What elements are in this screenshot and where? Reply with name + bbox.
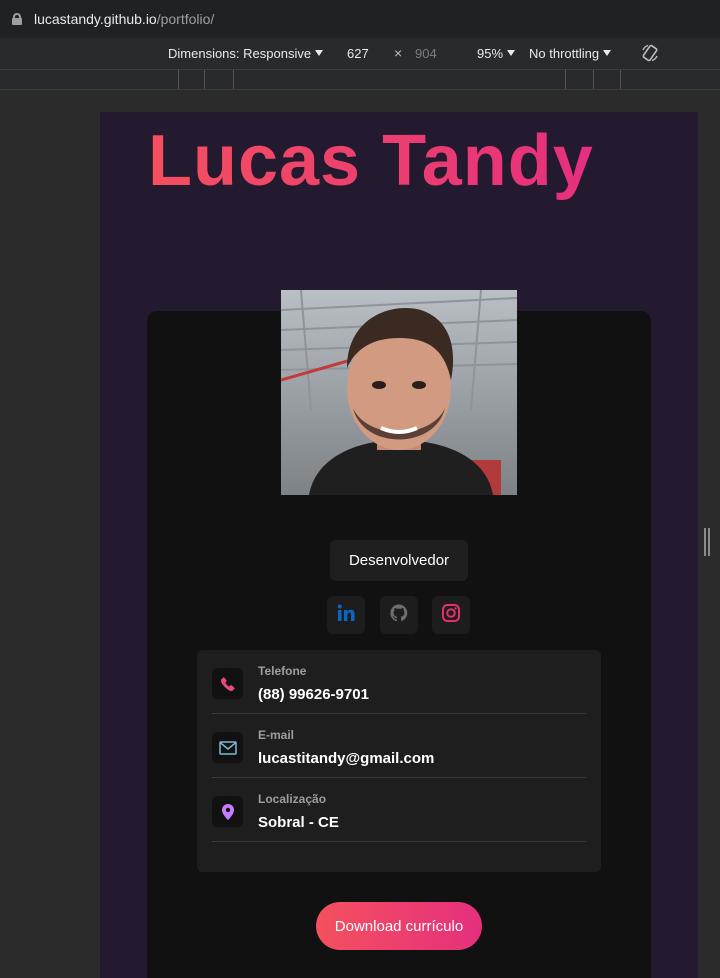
contacts-list: Telefone (88) 99626-9701 E-mail lucastit…	[197, 650, 601, 872]
width-input[interactable]: 627	[347, 46, 369, 61]
contact-value[interactable]: lucastitandy@gmail.com	[258, 750, 434, 767]
contact-label: Localização	[258, 792, 327, 806]
page-title: Lucas Tandy	[148, 121, 594, 201]
dimension-separator: ×	[394, 45, 403, 61]
linkedin-icon	[336, 603, 356, 628]
page-viewport: Lucas Tandy Desenvolvedor Telefone (88) …	[100, 112, 698, 978]
address-bar[interactable]: lucastandy.github.io/portfolio/	[0, 0, 720, 38]
contact-label: Telefone	[258, 664, 307, 678]
contact-label: E-mail	[258, 728, 295, 742]
zoom-dropdown[interactable]: 95%	[477, 46, 516, 61]
contact-value[interactable]: (88) 99626-9701	[258, 686, 369, 703]
profile-photo	[281, 290, 517, 495]
mail-icon	[212, 732, 243, 763]
role-badge: Desenvolvedor	[330, 540, 468, 581]
dimensions-dropdown[interactable]: Dimensions: Responsive	[168, 46, 324, 61]
location-pin-icon	[212, 796, 243, 827]
github-button[interactable]	[380, 596, 418, 634]
media-query-ruler	[0, 70, 720, 90]
chevron-down-icon	[315, 50, 324, 56]
download-cv-button[interactable]: Download currículo	[316, 902, 482, 950]
throttling-dropdown[interactable]: No throttling	[529, 46, 612, 61]
height-input[interactable]: 904	[415, 46, 437, 61]
contact-value[interactable]: Sobral - CE	[258, 814, 339, 831]
instagram-button[interactable]	[432, 596, 470, 634]
github-icon	[389, 603, 409, 628]
resize-handle[interactable]	[704, 528, 710, 556]
chevron-down-icon	[507, 50, 516, 56]
list-item: E-mail lucastitandy@gmail.com	[212, 714, 586, 778]
list-item: Telefone (88) 99626-9701	[212, 650, 586, 714]
phone-icon	[212, 668, 243, 699]
device-toolbar: Dimensions: Responsive 627 × 904 95% No …	[0, 38, 720, 70]
lock-icon[interactable]	[12, 13, 22, 25]
chevron-down-icon	[603, 50, 612, 56]
instagram-icon	[441, 603, 461, 628]
url-text[interactable]: lucastandy.github.io/portfolio/	[34, 11, 214, 27]
linkedin-button[interactable]	[327, 596, 365, 634]
rotate-icon[interactable]	[640, 43, 660, 63]
list-item: Localização Sobral - CE	[212, 778, 586, 842]
